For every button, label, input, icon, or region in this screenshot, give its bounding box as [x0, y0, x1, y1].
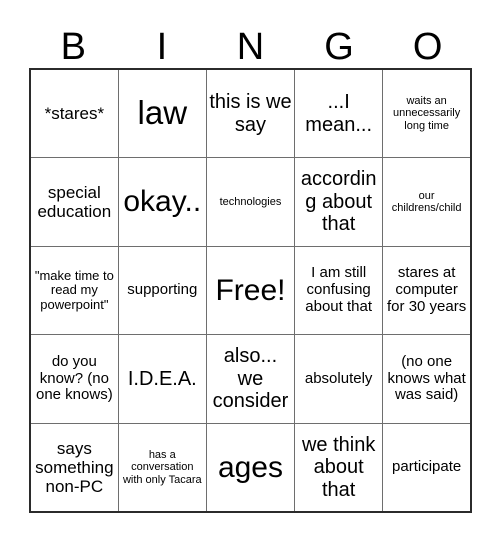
bingo-cell[interactable]: (no one knows what was said) [382, 334, 472, 424]
bingo-cell[interactable]: ages [205, 422, 296, 513]
bingo-row: "make time to read my powerpoint" suppor… [29, 245, 472, 336]
bingo-cell[interactable]: law [117, 68, 207, 159]
bingo-row: says something non-PC has a conversation… [29, 422, 472, 513]
bingo-row: do you know? (no one knows) I.D.E.A. als… [29, 334, 472, 424]
bingo-cell[interactable]: supporting [117, 245, 207, 336]
bingo-cell[interactable]: waits an unnecessarily long time [382, 68, 472, 159]
bingo-cell[interactable]: says something non-PC [29, 422, 119, 513]
bingo-header-letter-b: B [60, 26, 86, 68]
bingo-cell[interactable]: our childrens/child [382, 157, 472, 247]
bingo-cell[interactable]: also... we consider [205, 334, 296, 424]
bingo-cell[interactable]: technologies [205, 157, 296, 247]
bingo-grid: *stares* law this is we say ...I mean...… [29, 68, 472, 513]
bingo-header-letter-o: O [412, 26, 443, 68]
bingo-row: special education okay.. technologies ac… [29, 157, 472, 247]
bingo-cell[interactable]: we think about that [294, 422, 384, 513]
bingo-cell[interactable]: ...I mean... [294, 68, 384, 159]
bingo-cell[interactable]: I.D.E.A. [117, 334, 207, 424]
bingo-cell-free[interactable]: Free! [205, 245, 296, 336]
bingo-cell[interactable]: absolutely [294, 334, 384, 424]
bingo-cell[interactable]: special education [29, 157, 119, 247]
bingo-cell[interactable]: do you know? (no one knows) [29, 334, 119, 424]
bingo-header-letter-g: G [324, 26, 354, 68]
bingo-cell[interactable]: I am still confusing about that [294, 245, 384, 336]
bingo-row: *stares* law this is we say ...I mean...… [29, 68, 472, 159]
bingo-cell[interactable]: okay.. [117, 157, 207, 247]
bingo-cell[interactable]: participate [382, 422, 472, 513]
bingo-header-letter-i: I [156, 26, 168, 68]
bingo-cell[interactable]: "make time to read my powerpoint" [29, 245, 119, 336]
bingo-cell[interactable]: *stares* [29, 68, 119, 159]
bingo-card: B I N G O *stares* law this is we say ..… [29, 15, 472, 513]
bingo-cell[interactable]: this is we say [205, 68, 296, 159]
bingo-cell[interactable]: has a conversation with only Tacara [117, 422, 207, 513]
bingo-cell[interactable]: according about that [294, 157, 384, 247]
bingo-cell[interactable]: stares at computer for 30 years [382, 245, 472, 336]
bingo-header-letter-n: N [236, 26, 265, 68]
bingo-header-row: B I N G O [29, 15, 472, 68]
